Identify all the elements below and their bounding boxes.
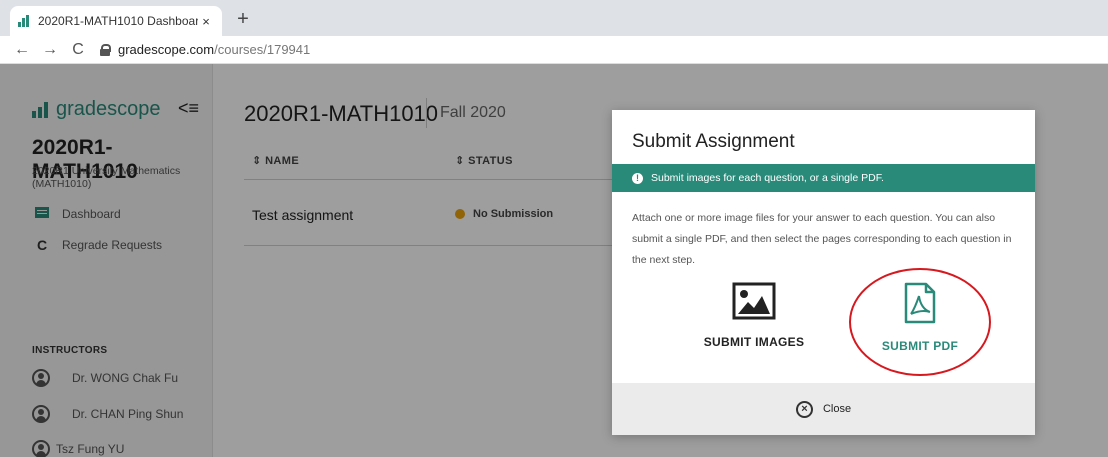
page: gradescope <≡ 2020R1-MATH1010 2020R1 Uni… [0, 64, 1108, 457]
url-domain: gradescope.com [118, 42, 215, 57]
modal-title: Submit Assignment [632, 131, 795, 152]
submit-pdf-button[interactable]: SUBMIT PDF [840, 282, 1000, 353]
close-label: Close [822, 403, 852, 415]
tab-title: 2020R1-MATH1010 Dashboard [38, 14, 198, 28]
reload-icon[interactable]: C [68, 41, 88, 59]
new-tab-button[interactable]: + [232, 8, 254, 30]
address-bar[interactable]: gradescope.com/courses/179941 [100, 42, 310, 57]
forward-arrow-icon[interactable]: → [40, 41, 60, 59]
browser-tab[interactable]: 2020R1-MATH1010 Dashboard × [10, 6, 222, 36]
submit-assignment-modal: Submit Assignment ! Submit images for ea… [612, 110, 1035, 435]
image-icon [732, 282, 776, 320]
pdf-file-icon [904, 282, 936, 324]
lock-icon [100, 43, 111, 56]
close-icon: × [795, 400, 813, 418]
close-button[interactable]: × Close [795, 400, 852, 418]
modal-footer: × Close [612, 383, 1035, 435]
browser-tabstrip: 2020R1-MATH1010 Dashboard × + [0, 0, 1108, 36]
submit-images-button[interactable]: SUBMIT IMAGES [674, 282, 834, 349]
submit-images-label: SUBMIT IMAGES [703, 335, 805, 349]
banner-text: Submit images for each question, or a si… [651, 172, 884, 184]
submit-pdf-label: SUBMIT PDF [881, 339, 959, 353]
info-banner: ! Submit images for each question, or a … [612, 164, 1035, 192]
browser-toolbar: ← → C gradescope.com/courses/179941 [0, 36, 1108, 64]
info-icon: ! [632, 172, 643, 184]
tab-close-icon[interactable]: × [198, 14, 214, 29]
gradescope-favicon-icon [18, 15, 32, 27]
back-arrow-icon[interactable]: ← [12, 41, 32, 59]
instructions-text: Attach one or more image files for your … [632, 212, 1012, 266]
url-path: /courses/179941 [214, 42, 311, 57]
